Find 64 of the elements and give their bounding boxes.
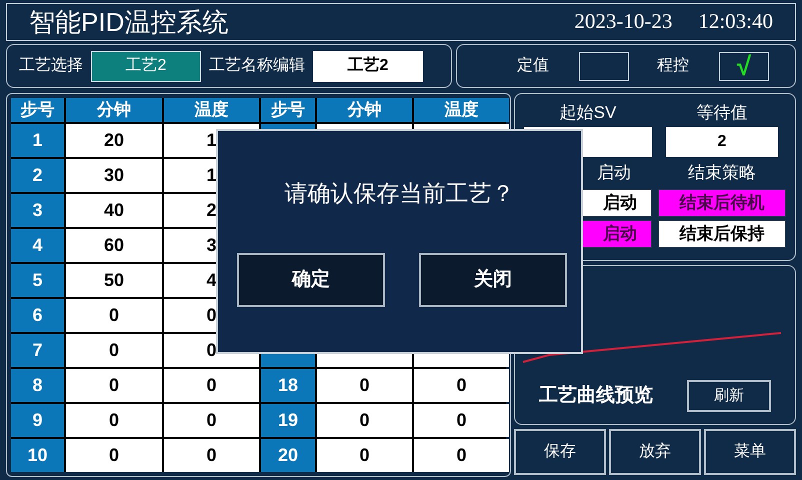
date-text: 2023-10-23 [574,8,672,36]
table-cell: 0 [66,334,162,367]
step-cell: 10 [11,439,64,472]
column-header: 分钟 [317,98,412,122]
table-cell: 30 [66,159,162,192]
table-cell: 0 [66,404,162,437]
table-cell: 50 [66,264,162,297]
table-cell: 0 [164,439,259,472]
step-cell: 9 [11,404,64,437]
dialog-button[interactable]: 确定 [237,253,385,307]
field-label: 结束策略 [688,162,756,184]
dialog-button[interactable]: 关闭 [419,253,567,307]
step-cell: 1 [11,124,64,157]
preview-label: 工艺曲线预览 [539,384,653,408]
step-cell: 19 [261,404,315,437]
input-field[interactable]: 工艺2 [313,50,423,82]
step-cell: 2 [11,159,64,192]
step-cell: 18 [261,369,315,402]
table-cell: 0 [164,369,259,402]
column-header: 步号 [261,98,315,122]
table-cell: 0 [66,299,162,332]
dialog-message: 请确认保存当前工艺？ [284,180,516,208]
table-cell: 0 [164,404,259,437]
option-button[interactable]: 结束后待机 [658,189,786,217]
step-cell: 4 [11,229,64,262]
table-cell: 0 [66,439,162,472]
field-label: 工艺选择 [19,56,83,76]
table-cell: 0 [317,369,412,402]
table-cell: 0 [414,404,509,437]
step-cell: 7 [11,334,64,367]
action-button[interactable]: 放弃 [609,429,701,475]
column-header: 温度 [414,98,509,122]
field-label: 工艺名称编辑 [209,56,305,76]
table-cell: 0 [414,439,509,472]
field-label: 启动 [597,162,632,184]
table-cell: 0 [414,369,509,402]
table-cell: 20 [66,124,162,157]
table-cell: 0 [317,404,412,437]
action-button[interactable]: 保存 [514,429,606,475]
mode-label: 定值 [517,56,549,76]
option-button[interactable]: 结束后保持 [658,220,786,248]
step-cell: 6 [11,299,64,332]
field-label: 等待值 [696,102,748,124]
column-header: 分钟 [66,98,162,122]
column-header: 温度 [164,98,259,122]
step-cell: 8 [11,369,64,402]
step-cell: 3 [11,194,64,227]
checkbox[interactable]: √ [719,52,769,80]
step-cell: 5 [11,264,64,297]
time-text: 12:03:40 [698,8,773,36]
input-field[interactable]: 2 [666,127,778,157]
field-label: 起始SV [560,102,616,124]
mode-label: 程控 [657,56,689,76]
table-cell: 40 [66,194,162,227]
table-cell: 0 [317,439,412,472]
action-button[interactable]: 菜单 [704,429,796,475]
table-cell: 0 [66,369,162,402]
checkbox[interactable] [579,52,629,80]
refresh-button[interactable]: 刷新 [687,380,771,412]
step-cell: 20 [261,439,315,472]
window-title: 智能PID温控系统 [29,6,228,38]
recipe-select[interactable]: 工艺2 [91,50,201,82]
table-cell: 60 [66,229,162,262]
column-header: 步号 [11,98,64,122]
